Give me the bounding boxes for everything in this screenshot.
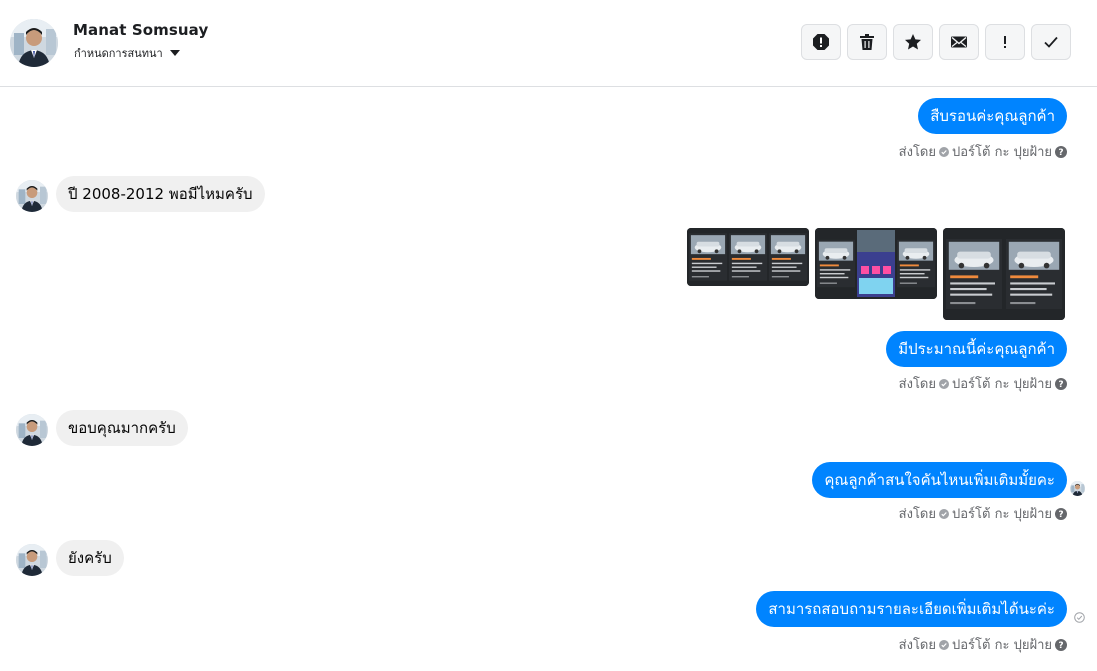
check-circle-icon (939, 378, 949, 389)
incoming-message[interactable]: ปี 2008-2012 พอมีไหมครับ (56, 176, 265, 212)
agent-name[interactable]: ปอร์โต้ กะ ปุยฝ้าย (952, 141, 1052, 162)
agent-name[interactable]: ปอร์โต้ กะ ปุยฝ้าย (952, 373, 1052, 394)
sent-by-info: ส่งโดย ปอร์โต้ กะ ปุยฝ้าย ? (899, 634, 1067, 655)
help-icon[interactable]: ? (1055, 638, 1067, 651)
check-icon (1044, 36, 1058, 48)
sent-by-info: ส่งโดย ปอร์โต้ กะ ปุยฝ้าย ? (899, 373, 1067, 394)
seen-indicator-avatar (1070, 481, 1085, 496)
check-circle-icon (939, 639, 949, 650)
svg-text:?: ? (1058, 380, 1063, 390)
assign-conversation-dropdown[interactable]: กำหนดการสนทนา (74, 44, 180, 62)
outgoing-message[interactable]: สามารถสอบถามรายละเอียดเพิ่มเติมได้นะค่ะ (756, 591, 1067, 627)
mark-done-button[interactable] (1031, 24, 1071, 60)
contact-avatar[interactable] (10, 19, 58, 67)
contact-avatar[interactable] (16, 544, 48, 576)
mark-unread-button[interactable] (939, 24, 979, 60)
outgoing-message[interactable]: คุณลูกค้าสนใจคันไหนเพิ่มเติมมั้ยคะ (812, 462, 1067, 498)
image-attachment[interactable] (815, 228, 937, 299)
caret-down-icon (169, 50, 180, 56)
agent-name[interactable]: ปอร์โต้ กะ ปุยฝ้าย (952, 634, 1052, 655)
outgoing-message[interactable]: สืบรอนค่ะคุณลูกค้า (918, 98, 1067, 134)
svg-text:?: ? (1058, 148, 1063, 158)
sent-by-label: ส่งโดย (898, 507, 936, 522)
help-icon[interactable]: ? (1055, 145, 1067, 158)
conversation-toolbar (801, 24, 1071, 60)
star-icon (905, 34, 921, 50)
conversation-header: Manat Somsuay กำหนดการสนทนา (0, 0, 1097, 87)
delete-button[interactable] (847, 24, 887, 60)
delivered-check-icon (1074, 612, 1085, 623)
contact-avatar[interactable] (16, 180, 48, 212)
exclamation-icon (1004, 36, 1006, 48)
sent-by-info: ส่งโดย ปอร์โต้ กะ ปุยฝ้าย ? (899, 503, 1067, 524)
sent-by-info: ส่งโดย ปอร์โต้ กะ ปุยฝ้าย ? (899, 141, 1067, 162)
svg-text:?: ? (1058, 510, 1063, 520)
sent-by-label: ส่งโดย (898, 145, 936, 160)
outgoing-message[interactable]: มีประมาณนี้ค่ะคุณลูกค้า (886, 331, 1067, 367)
envelope-icon (951, 36, 967, 48)
trash-icon (860, 34, 874, 50)
star-button[interactable] (893, 24, 933, 60)
agent-name[interactable]: ปอร์โต้ กะ ปุยฝ้าย (952, 503, 1052, 524)
mark-spam-button[interactable] (801, 24, 841, 60)
contact-name[interactable]: Manat Somsuay (73, 21, 208, 39)
assign-conversation-label: กำหนดการสนทนา (74, 47, 163, 60)
help-icon[interactable]: ? (1055, 507, 1067, 520)
svg-text:?: ? (1058, 641, 1063, 651)
image-attachment[interactable] (687, 228, 809, 286)
sent-by-label: ส่งโดย (898, 638, 936, 653)
incoming-message[interactable]: ยังครับ (56, 540, 124, 576)
contact-avatar[interactable] (16, 414, 48, 446)
follow-up-button[interactable] (985, 24, 1025, 60)
help-icon[interactable]: ? (1055, 377, 1067, 390)
check-circle-icon (939, 146, 949, 157)
image-attachment[interactable] (943, 228, 1065, 320)
sent-by-label: ส่งโดย (898, 377, 936, 392)
spam-icon (813, 34, 829, 50)
incoming-message[interactable]: ขอบคุณมากครับ (56, 410, 188, 446)
check-circle-icon (939, 508, 949, 519)
